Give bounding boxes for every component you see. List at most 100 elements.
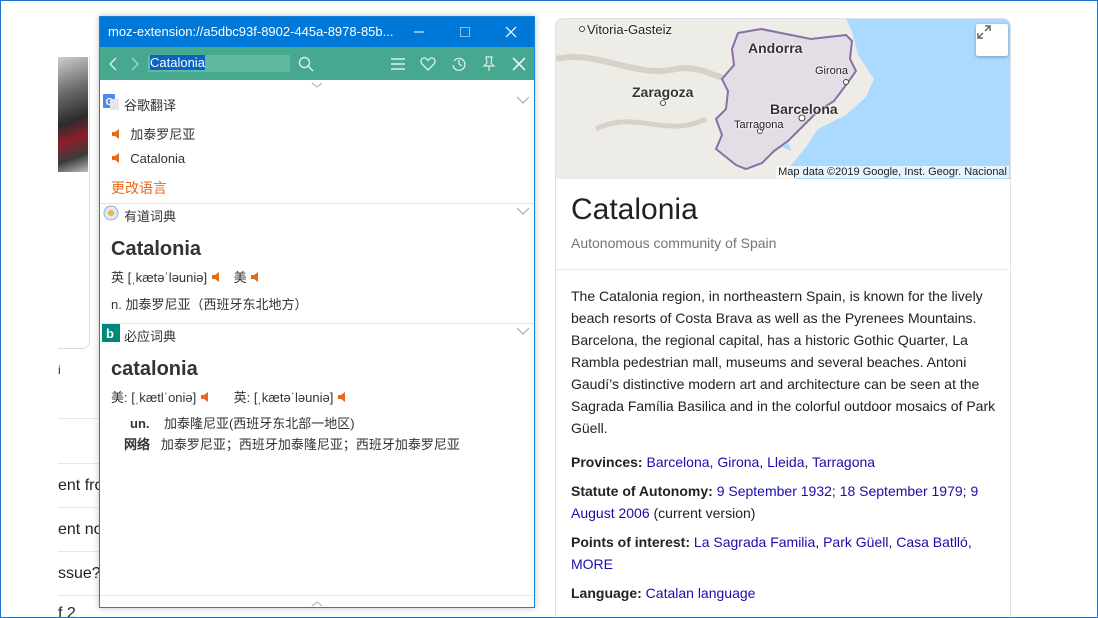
chevron-down-icon[interactable] <box>516 95 530 105</box>
youdao-headword: Catalonia <box>111 238 202 260</box>
map-credit: Map data ©2019 Google, Inst. Geogr. Naci… <box>776 166 1009 178</box>
menu-icon <box>391 57 405 70</box>
phonetic-label: 美 <box>233 270 247 285</box>
more-link[interactable]: MORE <box>571 556 613 572</box>
phonetic-label: 英: <box>233 390 251 405</box>
bing-icon: b <box>102 324 120 342</box>
divider <box>58 463 100 464</box>
speaker-icon[interactable] <box>111 128 123 140</box>
bing-header[interactable]: b 必应词典 <box>100 324 534 344</box>
chevron-down-icon[interactable] <box>516 206 530 216</box>
fact-label: Statute of Autonomy: <box>571 483 713 499</box>
divider <box>58 551 100 552</box>
close-panel-button[interactable] <box>506 47 532 80</box>
statute-link[interactable]: 18 September 1979 <box>840 483 963 499</box>
close-icon <box>505 26 517 38</box>
poi-link[interactable]: Casa Batlló <box>896 534 968 550</box>
chevron-down-icon[interactable] <box>310 80 324 90</box>
maximize-icon <box>460 27 470 37</box>
province-link[interactable]: Tarragona <box>812 454 875 470</box>
minimize-button[interactable] <box>396 17 442 47</box>
province-link[interactable]: Lleida <box>767 454 804 470</box>
definition-text: 加泰罗尼亚；西班牙加泰隆尼亚；西班牙加泰罗尼亚 <box>160 437 460 452</box>
svg-text:b: b <box>106 326 114 341</box>
chevron-down-icon[interactable] <box>516 326 530 336</box>
forward-button[interactable] <box>122 47 148 80</box>
change-language-link[interactable]: 更改语言 <box>111 178 167 198</box>
related-question[interactable]: ssue? <box>58 565 100 583</box>
window-title: moz-extension://a5dbc93f-8902-445a-8978-… <box>108 24 394 39</box>
separator: , <box>815 534 824 550</box>
separator: ; <box>831 483 840 499</box>
related-question[interactable]: ent fro <box>58 477 100 495</box>
speaker-icon[interactable] <box>337 391 349 403</box>
divider <box>556 269 1010 270</box>
chevron-up-icon <box>311 601 323 607</box>
search-input-value: Catalonia <box>150 55 205 70</box>
speaker-icon[interactable] <box>211 271 223 283</box>
history-button[interactable] <box>446 47 472 80</box>
translation-text: Catalonia <box>130 151 186 166</box>
divider <box>58 418 100 419</box>
youdao-header[interactable]: 有道词典 <box>100 204 534 224</box>
favorite-button[interactable] <box>415 47 441 80</box>
pin-icon <box>482 55 496 71</box>
speaker-icon[interactable] <box>250 271 262 283</box>
phonetic-label: 英 <box>111 270 125 285</box>
province-link[interactable]: Barcelona <box>646 454 709 470</box>
related-question[interactable]: ent nov <box>58 521 100 539</box>
scroll-up-bar[interactable] <box>100 595 534 607</box>
map-label-vitoria: Vitoria-Gasteiz <box>587 22 673 37</box>
google-translate-header[interactable]: G 谷歌翻译 <box>100 93 534 113</box>
section-label: 必应词典 <box>124 329 177 344</box>
divider <box>58 507 100 508</box>
statute-suffix: (current version) <box>653 505 756 521</box>
dictionary-popup-window: moz-extension://a5dbc93f-8902-445a-8978-… <box>99 16 535 608</box>
poi-link[interactable]: La Sagrada Familia <box>694 534 815 550</box>
screen: i ent fro ent nov ssue? f 2 Vitoria-Gast… <box>0 0 1098 618</box>
definition-text: 加泰罗尼亚（西班牙东北地方） <box>125 297 308 312</box>
language-link[interactable]: Catalan language <box>646 585 756 601</box>
bing-headword: catalonia <box>111 358 198 380</box>
separator: , <box>759 454 768 470</box>
bing-phonetics: 美: [ˌkætlˈoniə] 英: [ˌkætəˈləuniə] <box>111 387 349 406</box>
phonetic-label: 美: <box>111 390 128 405</box>
bing-definition: un. 加泰隆尼亚(西班牙东北部一地区) <box>130 413 355 432</box>
statute-link[interactable]: 9 September 1932 <box>717 483 832 499</box>
maximize-button[interactable] <box>442 17 488 47</box>
pin-button[interactable] <box>476 47 502 80</box>
map-label-tarragona: Tarragona <box>734 119 784 131</box>
speaker-icon[interactable] <box>111 152 123 164</box>
entity-description: The Catalonia region, in northeastern Sp… <box>571 288 996 436</box>
bing-web-definition: 网络 加泰罗尼亚；西班牙加泰隆尼亚；西班牙加泰罗尼亚 <box>124 434 460 453</box>
separator: , <box>967 534 972 550</box>
section-label: 有道词典 <box>124 209 177 224</box>
phonetic-text: [ˌkætəˈləuniə] <box>253 390 334 405</box>
map-expand-button[interactable] <box>976 24 1008 56</box>
definition-text: 加泰隆尼亚(西班牙东北部一地区) <box>163 416 355 431</box>
heart-icon <box>420 56 436 71</box>
part-of-speech: 网络 <box>124 437 151 452</box>
chevron-right-icon <box>131 56 140 71</box>
speaker-icon[interactable] <box>200 391 212 403</box>
map-label-andorra: Andorra <box>748 40 803 56</box>
province-link[interactable]: Girona <box>717 454 759 470</box>
search-icon <box>298 56 314 71</box>
menu-button[interactable] <box>385 47 411 80</box>
entity-title: Catalonia <box>571 193 698 226</box>
close-window-button[interactable] <box>488 17 534 47</box>
fact-language: Language: Catalan language <box>571 582 996 604</box>
window-titlebar[interactable]: moz-extension://a5dbc93f-8902-445a-8978-… <box>100 17 534 47</box>
search-input[interactable]: Catalonia <box>148 55 290 72</box>
result-marker: i <box>58 363 61 377</box>
result-image[interactable] <box>58 57 88 172</box>
related-question[interactable]: f 2 <box>58 605 100 617</box>
map[interactable]: Vitoria-Gasteiz Andorra Zaragoza Girona … <box>556 19 1010 179</box>
translation-text: 加泰罗尼亚 <box>130 127 196 142</box>
dictionary-toolbar: Catalonia <box>100 47 534 80</box>
phonetic-text: [ˌkætlˈoniə] <box>131 390 197 405</box>
search-button[interactable] <box>293 47 319 80</box>
poi-link[interactable]: Park Güell <box>823 534 888 550</box>
history-icon <box>452 57 466 71</box>
fact-label: Points of interest: <box>571 534 691 550</box>
